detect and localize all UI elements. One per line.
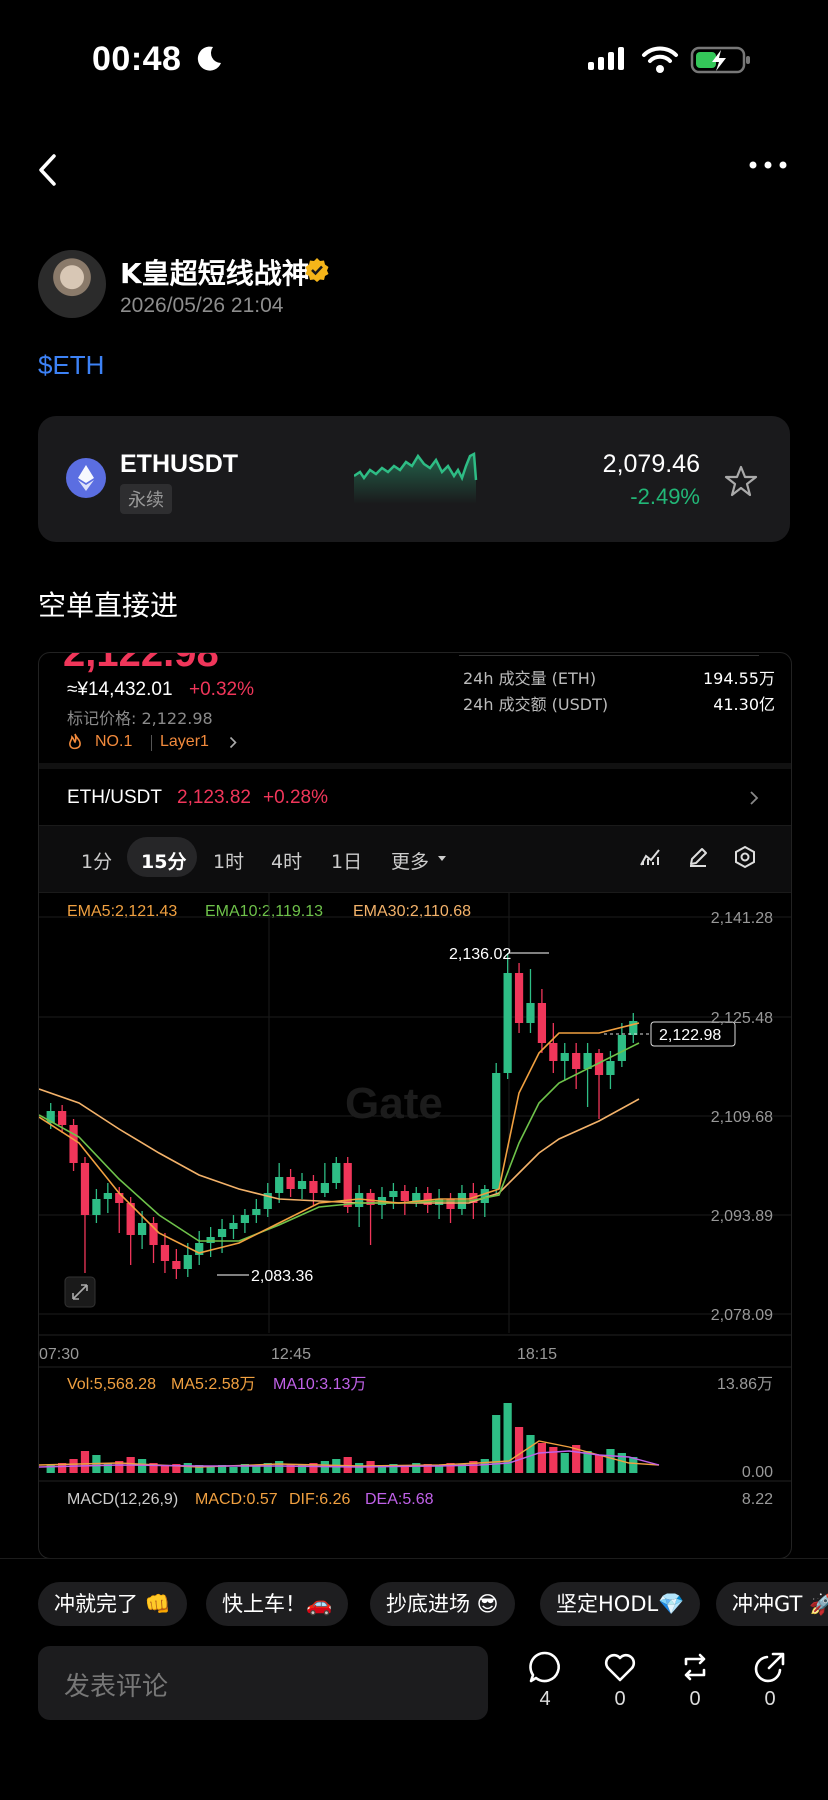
wifi-icon [642, 46, 678, 73]
share-action[interactable]: 0 [740, 1650, 800, 1711]
interval-4h[interactable]: 4时 [271, 847, 302, 874]
draw-pen-icon[interactable] [687, 846, 709, 868]
status-time: 00:48 [92, 40, 182, 78]
layer-badge[interactable]: Layer1 [160, 733, 209, 751]
reaction-chip-2[interactable]: 快上车！🚗 [206, 1582, 349, 1626]
cut-price: 2,122.98 [63, 652, 219, 675]
reaction-chip-5[interactable]: 冲冲GT 🚀 [716, 1582, 828, 1626]
reaction-chip-4[interactable]: 坚定HODL💎 [540, 1582, 701, 1626]
cny-price: ≈¥14,432.01 [67, 679, 173, 700]
cny-change: +0.32% [189, 679, 254, 700]
contract-type-badge: 永续 [120, 484, 172, 514]
signal-icon [588, 47, 624, 70]
candlestick-chart[interactable]: Gate 2,136.02 2,083.36 2,122.98 2,141.28… [39, 893, 791, 1558]
macd-value: MACD:0.57 [195, 1491, 278, 1508]
fire-icon [69, 733, 81, 750]
ma10-label: MA10:3.13万 [273, 1376, 366, 1393]
stat1-value: 194.55万 [703, 669, 775, 688]
gate-watermark: Gate [345, 1079, 443, 1128]
repost-count: 0 [689, 1688, 701, 1710]
x-tick-1: 07:30 [39, 1346, 79, 1363]
comment-input[interactable]: 发表评论 [38, 1646, 488, 1720]
y-tick-1: 2,141.28 [711, 910, 773, 927]
comment-count: 4 [539, 1688, 551, 1710]
heart-icon [604, 1653, 636, 1682]
repost-icon [684, 1653, 706, 1681]
comment-action[interactable]: 4 [515, 1650, 575, 1711]
pair-price: 2,123.82 [177, 787, 251, 808]
moon-icon [197, 46, 221, 71]
reaction-chip-1[interactable]: 冲就完了 👊 [38, 1582, 187, 1626]
vol-label: Vol:5,568.28 [67, 1376, 156, 1393]
avatar[interactable] [38, 250, 106, 318]
interval-15m[interactable]: 15分 [141, 847, 186, 874]
repost-action[interactable]: 0 [665, 1650, 725, 1711]
mark-price: 标记价格: 2,122.98 [67, 709, 213, 728]
interval-1d[interactable]: 1日 [331, 847, 362, 874]
stat2-value: 41.30亿 [713, 695, 775, 714]
like-count: 0 [614, 1688, 626, 1710]
ticker-price: 2,079.46 [602, 450, 700, 478]
x-tick-3: 18:15 [517, 1346, 557, 1363]
rank-badge: NO.1 [95, 733, 133, 750]
interval-1h[interactable]: 1时 [213, 847, 244, 874]
comment-placeholder: 发表评论 [64, 1672, 169, 1702]
share-count: 0 [764, 1688, 776, 1710]
caret-down-icon [438, 856, 446, 861]
chevron-right-icon [229, 736, 237, 749]
dif-value: DIF:6.26 [289, 1491, 350, 1508]
post-body-text: 空单直接进 [38, 589, 179, 622]
reaction-chip-3[interactable]: 抄底进场 😎 [370, 1582, 515, 1626]
macd-title: MACD(12,26,9) [67, 1491, 178, 1508]
low-label: 2,083.36 [251, 1268, 313, 1285]
back-icon[interactable] [36, 152, 60, 188]
header-divider [39, 763, 791, 769]
ma5-label: MA5:2.58万 [171, 1376, 256, 1393]
ema30-line [39, 1088, 640, 1204]
favorite-star-icon[interactable] [724, 464, 758, 498]
y-tick-3: 2,109.68 [711, 1109, 773, 1126]
settings-hex-icon[interactable] [733, 845, 757, 869]
post-timestamp: 2026/05/26 21:04 [120, 294, 284, 317]
comment-bubble-icon [529, 1651, 560, 1683]
high-label: 2,136.02 [449, 946, 511, 963]
indicator-icon[interactable] [639, 847, 661, 867]
x-tick-2: 12:45 [271, 1346, 311, 1363]
stat-cut-row [459, 653, 759, 656]
y-tick-2: 2,125.48 [711, 1010, 773, 1027]
more-icon[interactable] [748, 160, 788, 170]
pair-chevron-icon [750, 791, 759, 805]
sparkline [354, 452, 478, 504]
author-name[interactable]: K皇超短线战神 [120, 252, 310, 292]
stat1-label: 24h 成交量 (ETH) [463, 669, 597, 688]
interval-more[interactable]: 更多 [391, 847, 429, 874]
vol-max-label: 13.86万 [717, 1376, 773, 1393]
rank-divider [151, 735, 152, 751]
chart-screenshot-image[interactable]: 2,122.98 ≈¥14,432.01 +0.32% 标记价格: 2,122.… [38, 652, 792, 1559]
pair-name[interactable]: ETH/USDT [67, 787, 162, 809]
pair-change: +0.28% [263, 787, 328, 808]
ticker-change: -2.49% [630, 484, 700, 509]
current-price-tag: 2,122.98 [659, 1027, 721, 1044]
verified-badge-icon [305, 258, 329, 282]
y-tick-4: 2,093.89 [711, 1208, 773, 1225]
share-icon [754, 1652, 785, 1683]
dea-value: DEA:5.68 [365, 1491, 434, 1508]
battery-charging-icon [690, 46, 750, 74]
stat2-label: 24h 成交额 (USDT) [463, 695, 609, 714]
like-action[interactable]: 0 [590, 1650, 650, 1711]
eth-coin-icon [66, 458, 106, 498]
coin-tag-link[interactable]: $ETH [38, 350, 104, 381]
interval-1m[interactable]: 1分 [81, 847, 112, 874]
y-tick-5: 2,078.09 [711, 1307, 773, 1324]
ticker-symbol: ETHUSDT [120, 450, 239, 478]
vol-min-label: 0.00 [742, 1464, 773, 1481]
macd-max-label: 8.22 [742, 1491, 773, 1508]
